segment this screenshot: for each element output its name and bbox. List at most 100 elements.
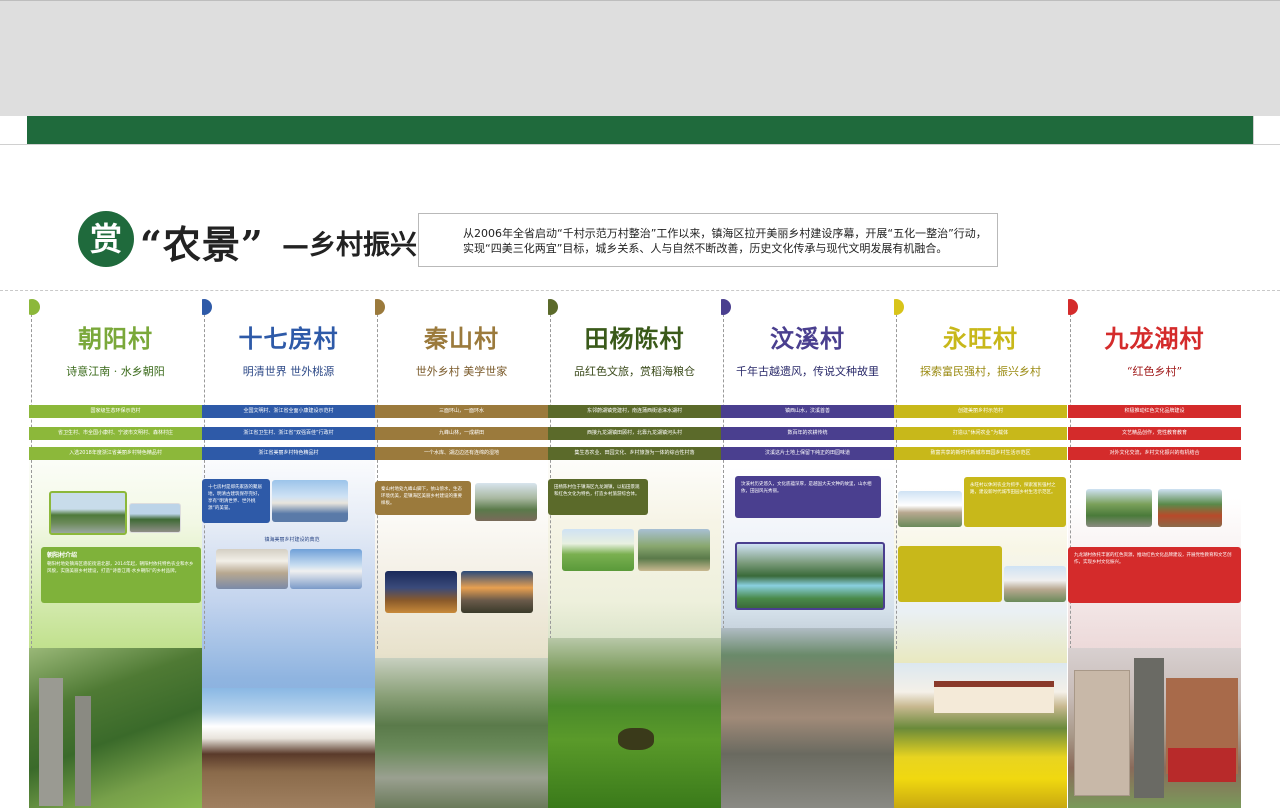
village-photo (735, 542, 885, 610)
village-photo (216, 549, 288, 589)
village-scenery (721, 628, 894, 808)
top-gray-panel (0, 0, 1280, 117)
stone-tablet (39, 678, 63, 806)
timeline-dot (548, 299, 558, 315)
intro-text-box: 秦山村地处九峰山脚下，依山傍水，生态环境优美，是镇海区美丽乡村建设的重要样板。 (375, 481, 471, 515)
honor-bar: 文艺精品创作，党性教育教育 (1068, 427, 1241, 440)
village-name: 十七房村 (238, 325, 339, 353)
honor-bar: 致富共享的新时代新城市田园乡村生活示范区 (894, 447, 1067, 460)
village-slogan: “红色乡村” (1126, 365, 1183, 378)
village-photo (638, 529, 710, 571)
honor-bar: 全国文明村、浙江省全面小康建设示范村 (202, 405, 375, 418)
house (934, 681, 1054, 713)
honor-bar: 浙江省美丽乡村特色精品村 (202, 447, 375, 460)
box-text: 秦山村地处九峰山脚下，依山傍水，生态环境优美，是镇海区美丽乡村建设的重要样板。 (381, 487, 462, 506)
honor-bar: 集生态农业、田园文化、乡村旅游为一体的综合性村落 (548, 447, 721, 460)
village-name: 田杨陈村 (584, 325, 685, 353)
village-photo (898, 491, 962, 527)
box-text: 田杨陈村位于镇海区九龙湖镇，以稻田景观和红色文化为特色，打造乡村旅游综合体。 (554, 485, 640, 497)
village-photo (562, 529, 634, 571)
timeline-dot (894, 299, 904, 315)
village-photo (272, 480, 348, 522)
box-text: 永旺村以休闲农业为抓手，探索富民强村之路，建设新时代城市田园乡村生活示范区。 (970, 483, 1056, 495)
box-text: 九龙湖村依托丰富的红色资源，推动红色文化品牌建设，开展党性教育和文艺创作，实现乡… (1074, 553, 1232, 565)
timeline-line (896, 309, 897, 649)
box-text: 朝阳村地处镇海区骆驼街道北部，2014年起，朝阳村依托特色农业和水乡风貌，实施美… (47, 562, 194, 574)
intro-text-box: 汶溪村历史悠久，文化底蕴深厚，是越国大夫文种的故里，山水相依，田园风光秀丽。 (735, 476, 881, 518)
village-photo (461, 571, 533, 613)
honor-bar: 西接九龙湖镇田顾村，北靠九龙湖镇河头村 (548, 427, 721, 440)
village-name: 朝阳村 (78, 325, 153, 353)
village-scenery (375, 658, 548, 808)
honor-bar: 打造以“休闲农业”为载体 (894, 427, 1067, 440)
village-slogan: 品红色文旅，赏稻海粮仓 (574, 365, 695, 378)
intro-text-box: 田杨陈村位于镇海区九龙湖镇，以稻田景观和红色文化为特色，打造乡村旅游综合体。 (548, 479, 648, 515)
village-column-qinshan: 秦山村 世外乡村 美学世家 三面环山，一面环水 九峰山林，一成耕田 一个水库、湖… (375, 291, 548, 808)
intro-text-box: 十七房村是郑氏家族的聚居地，明清古建筑保存完好，享有“明清世界、世外桃源”的美誉… (202, 479, 270, 523)
village-photo (1004, 566, 1066, 602)
honor-bar: 一个水库、湖边边还有连绵的湿地 (375, 447, 548, 460)
intro-box: 从2006年全省启动“千村示范万村整治”工作以来，镇海区拉开美丽乡村建设序幕，开… (418, 213, 998, 267)
honor-bar: 浙江省卫生村、浙江省“双强百佳”行政村 (202, 427, 375, 440)
green-band (27, 116, 1253, 144)
seal-badge: 赏 (78, 211, 134, 267)
village-scenery (548, 638, 721, 808)
honor-bar: 镇西山水，汶溪首善 (721, 405, 894, 418)
left-cap (0, 116, 28, 144)
village-photo (1086, 489, 1152, 527)
intro-line-1: 从2006年全省启动“千村示范万村整治”工作以来，镇海区拉开美丽乡村建设序幕，开… (463, 227, 987, 240)
intro-text-box: 永旺村以休闲农业为抓手，探索富民强村之路，建设新时代城市田园乡村生活示范区。 (964, 477, 1066, 527)
village-column-wenxi: 汶溪村 千年古越遗风，传说文种故里 镇西山水，汶溪首善 数百年的农耕传统 汶溪这… (721, 291, 894, 808)
village-scenery (894, 663, 1067, 808)
box-text: 汶溪村历史悠久，文化底蕴深厚，是越国大夫文种的故里，山水相依，田园风光秀丽。 (741, 482, 872, 494)
village-photo (290, 549, 362, 589)
honor-bar: 九峰山林，一成耕田 (375, 427, 548, 440)
village-column-shiqifang: 十七房村 明清世界 世外桃源 全国文明村、浙江省全面小康建设示范村 浙江省卫生村… (202, 291, 375, 808)
caption: 镇海美丽乡村建设的典范 (264, 537, 320, 543)
timeline-dot (721, 299, 731, 315)
village-column-tianyangchen: 田杨陈村 品红色文旅，赏稻海粮仓 东邻蔚湖镇党建村，南连蒲西街道涞水湖村 西接九… (548, 291, 721, 808)
village-name: 永旺村 (943, 325, 1018, 353)
village-scenery (202, 688, 375, 808)
intro-line-2: 实现“四美三化两宜”目标，城乡关系、人与自然不断改善，历史文化传承与现代文明发展… (463, 242, 948, 255)
village-photo (475, 483, 537, 521)
village-name: 汶溪村 (770, 325, 845, 353)
village-photo (1158, 489, 1222, 527)
intro-text-box: 朝阳村介绍 朝阳村地处镇海区骆驼街道北部，2014年起，朝阳村依托特色农业和水乡… (41, 547, 201, 603)
timeline-dot (202, 299, 212, 315)
village-slogan: 明清世界 世外桃源 (242, 365, 335, 378)
box-text: 十七房村是郑氏家族的聚居地，明清古建筑保存完好，享有“明清世界、世外桃源”的美誉… (208, 485, 262, 511)
timeline-dot (1068, 299, 1078, 315)
timeline-line (723, 309, 724, 649)
box-title: 朝阳村介绍 (47, 552, 78, 559)
honor-bar: 对外文化交流，乡村文化振兴的有机结合 (1068, 447, 1241, 460)
village-photo (385, 571, 457, 613)
honor-bar: 创建美丽乡村示范村 (894, 405, 1067, 418)
rice-art (618, 728, 654, 750)
stone-tablet (75, 696, 91, 806)
village-slogan: 诗意江南 · 水乡朝阳 (66, 365, 165, 378)
sign-wall (1074, 670, 1130, 796)
village-photo (49, 491, 127, 535)
page-title: “农景” (140, 222, 264, 267)
village-column-yongwang: 永旺村 探索富民强村，振兴乡村 创建美丽乡村示范村 打造以“休闲农业”为载体 致… (894, 291, 1067, 808)
honor-bar: 数百年的农耕传统 (721, 427, 894, 440)
timeline-line (31, 309, 32, 649)
timeline-line (377, 309, 378, 649)
timeline-dot (29, 299, 40, 315)
village-slogan: 千年古越遗风，传说文种故里 (736, 365, 879, 378)
village-photo (129, 503, 181, 533)
intro-text-box: 九龙湖村依托丰富的红色资源，推动红色文化品牌建设，开展党性教育和文艺创作，实现乡… (1068, 547, 1241, 603)
village-column-jiulonghu: 九龙湖村 “红色乡村” 积极推动红色文化品牌建设 文艺精品创作，党性教育教育 对… (1068, 291, 1241, 808)
honor-bar: 省卫生村、市全国小康村、宁波市文明村、森林村庄 (29, 427, 202, 440)
page-subtitle: —乡村振兴 (282, 230, 417, 261)
honor-bar: 入选2018年度浙江省美丽乡村特色精品村 (29, 447, 202, 460)
timeline-dot (375, 299, 385, 315)
detail-text-box (898, 546, 1002, 602)
honor-bar: 积极推动红色文化品牌建设 (1068, 405, 1241, 418)
village-slogan: 探索富民强村，振兴乡村 (920, 365, 1041, 378)
right-cap (1253, 116, 1280, 144)
honor-bar: 东邻蔚湖镇党建村，南连蒲西街道涞水湖村 (548, 405, 721, 418)
honor-bar: 三面环山，一面环水 (375, 405, 548, 418)
honor-bar: 国家级生态环保示范村 (29, 405, 202, 418)
